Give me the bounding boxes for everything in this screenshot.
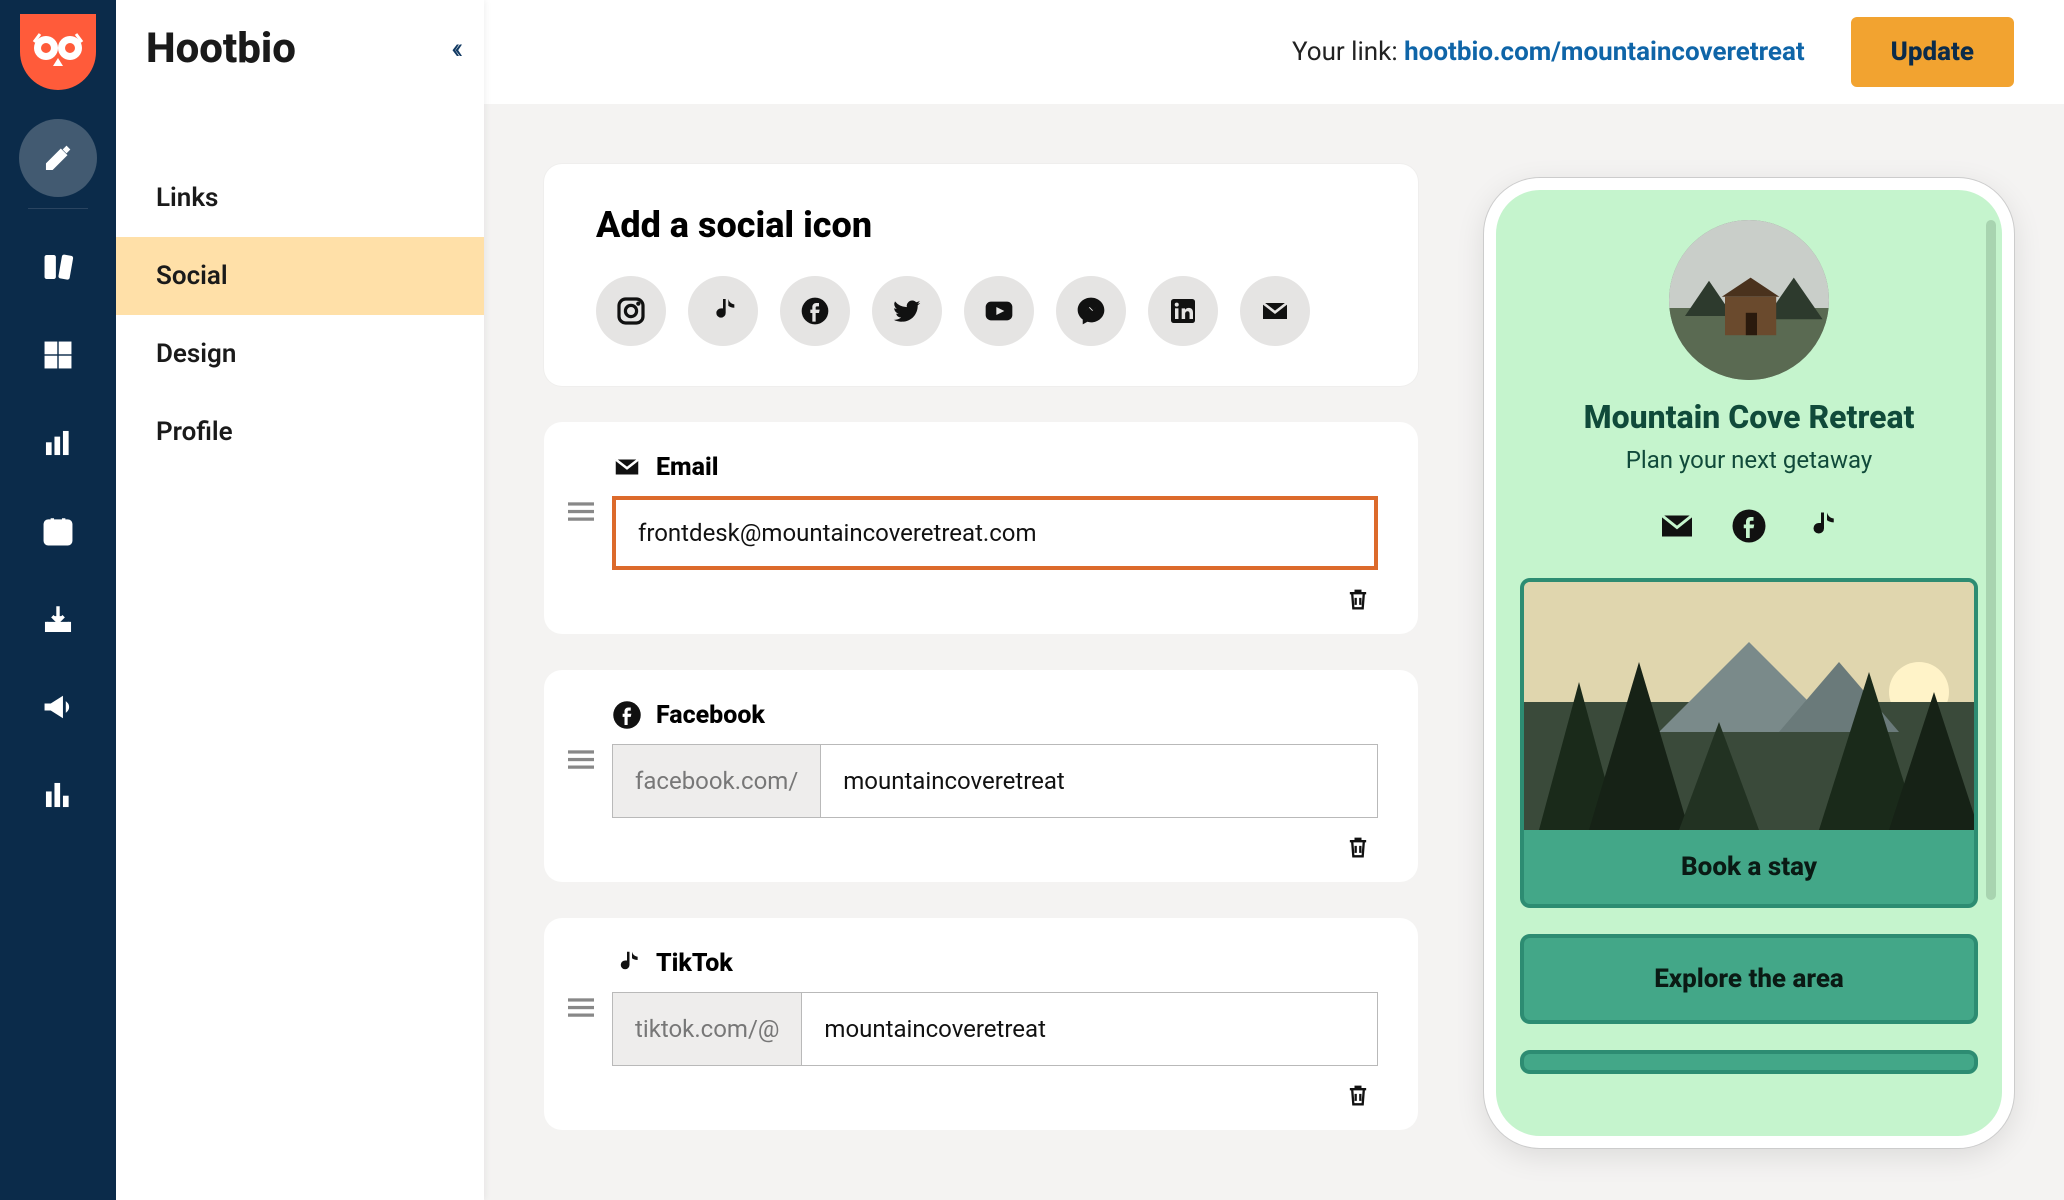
- sidebar: Hootbio ‹‹ Links Social Design Profile: [116, 0, 484, 1200]
- trash-icon[interactable]: [1344, 584, 1372, 614]
- trash-icon[interactable]: [1344, 1080, 1372, 1110]
- rail-grid-icon[interactable]: [19, 316, 97, 394]
- brand-title: Hootbio: [146, 24, 296, 73]
- field-prefix: tiktok.com/@: [613, 993, 802, 1065]
- facebook-icon[interactable]: [780, 276, 850, 346]
- main: Your link: hootbio.com/mountaincoveretre…: [484, 0, 2064, 1200]
- preview-scrollbar[interactable]: [1986, 220, 1996, 900]
- add-social-title: Add a social icon: [596, 204, 1366, 246]
- entry-tiktok: TikTok tiktok.com/@: [544, 918, 1418, 1130]
- tiktok-field[interactable]: tiktok.com/@: [612, 992, 1378, 1066]
- linkedin-icon[interactable]: [1148, 276, 1218, 346]
- email-icon[interactable]: [1240, 276, 1310, 346]
- preview-subtitle: Plan your next getaway: [1520, 446, 1978, 474]
- email-input[interactable]: [616, 500, 1374, 566]
- rail-analytics-icon[interactable]: [19, 404, 97, 482]
- preview-link-card-3[interactable]: [1520, 1050, 1978, 1074]
- add-social-card: Add a social icon: [544, 164, 1418, 386]
- phone-preview: Mountain Cove Retreat Plan your next get…: [1484, 178, 2014, 1148]
- logo-owl: [20, 14, 96, 90]
- rail-stats-icon[interactable]: [19, 756, 97, 834]
- entry-facebook: Facebook facebook.com/: [544, 670, 1418, 882]
- preview-link-image: [1524, 582, 1974, 830]
- field-prefix: facebook.com/: [613, 745, 821, 817]
- drag-handle-icon[interactable]: [568, 948, 594, 1022]
- entry-header: Email: [612, 452, 1378, 482]
- facebook-input[interactable]: [821, 745, 1377, 817]
- update-button[interactable]: Update: [1851, 17, 2014, 87]
- sidebar-item-profile[interactable]: Profile: [116, 393, 484, 471]
- twitter-icon[interactable]: [872, 276, 942, 346]
- preview-avatar: [1669, 220, 1829, 380]
- sidebar-item-social[interactable]: Social: [116, 237, 484, 315]
- entry-label: Email: [656, 453, 718, 482]
- entry-header: Facebook: [612, 700, 1378, 730]
- tiktok-input[interactable]: [802, 993, 1377, 1065]
- drag-handle-icon[interactable]: [568, 452, 594, 526]
- icon-rail: [0, 0, 116, 1200]
- tiktok-icon[interactable]: [688, 276, 758, 346]
- rail-inbox-icon[interactable]: [19, 580, 97, 658]
- tiktok-icon[interactable]: [1803, 508, 1839, 544]
- entry-label: TikTok: [656, 949, 733, 978]
- rail-theme-icon[interactable]: [19, 228, 97, 306]
- sidebar-item-design[interactable]: Design: [116, 315, 484, 393]
- rail-divider: [28, 208, 88, 209]
- facebook-icon[interactable]: [1731, 508, 1767, 544]
- topbar: Your link: hootbio.com/mountaincoveretre…: [484, 0, 2064, 104]
- sidebar-item-links[interactable]: Links: [116, 159, 484, 237]
- link-prefix: Your link:: [1292, 37, 1398, 67]
- instagram-icon[interactable]: [596, 276, 666, 346]
- preview-link-label: Book a stay: [1524, 830, 1974, 904]
- public-link: Your link: hootbio.com/mountaincoveretre…: [1292, 37, 1805, 67]
- facebook-icon: [612, 700, 642, 730]
- messenger-icon[interactable]: [1056, 276, 1126, 346]
- rail-compose-icon[interactable]: [19, 119, 97, 197]
- preview-title: Mountain Cove Retreat: [1520, 398, 1978, 436]
- drag-handle-icon[interactable]: [568, 700, 594, 774]
- facebook-field[interactable]: facebook.com/: [612, 744, 1378, 818]
- preview-social-icons: [1520, 508, 1978, 544]
- entry-header: TikTok: [612, 948, 1378, 978]
- email-icon: [612, 452, 642, 482]
- preview-link-card-2[interactable]: Explore the area: [1520, 934, 1978, 1024]
- entry-email: Email: [544, 422, 1418, 634]
- rail-calendar-icon[interactable]: [19, 492, 97, 570]
- entry-label: Facebook: [656, 701, 765, 730]
- email-field[interactable]: [612, 496, 1378, 570]
- youtube-icon[interactable]: [964, 276, 1034, 346]
- tiktok-icon: [612, 948, 642, 978]
- preview-panel: Mountain Cove Retreat Plan your next get…: [1458, 164, 2014, 1200]
- preview-link-card-1[interactable]: Book a stay: [1520, 578, 1978, 908]
- email-icon[interactable]: [1659, 508, 1695, 544]
- public-link-url[interactable]: hootbio.com/mountaincoveretreat: [1404, 37, 1805, 67]
- trash-icon[interactable]: [1344, 832, 1372, 862]
- rail-announce-icon[interactable]: [19, 668, 97, 746]
